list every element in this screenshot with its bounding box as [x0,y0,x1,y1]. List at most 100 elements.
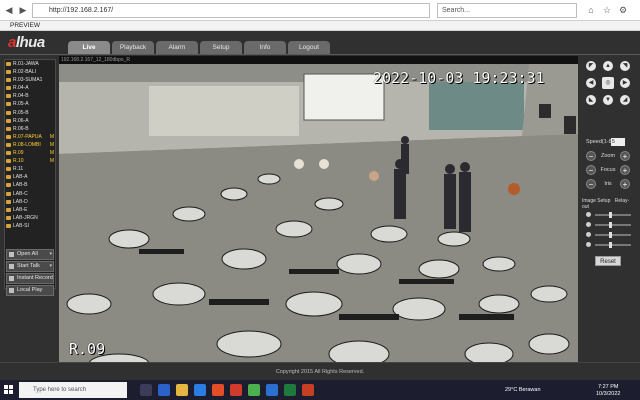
office-icon[interactable] [230,384,242,396]
camera-list-item[interactable]: R.03-SUMA1 [5,76,55,84]
camera-label: R.04-A [13,85,29,92]
arrow-down-right-icon[interactable]: ◢ [620,95,630,105]
camera-list-item[interactable]: LAB-B [5,181,55,189]
clock-date[interactable]: 10/3/2022 [596,391,620,397]
live-video-feed[interactable]: 192.168.2.167_12_180dbpo_R 2022-10-03 19… [59,56,578,374]
browser-tab[interactable]: PREVIEW [10,21,40,31]
star-icon[interactable]: ☆ [600,3,614,17]
hue-icon [586,242,591,247]
camera-label: LAB-E [13,206,28,213]
camera-list-item[interactable]: LAB-C [5,190,55,198]
arrow-up-right-icon[interactable]: ◥ [620,61,630,71]
edge-icon[interactable] [158,384,170,396]
image-setup-tabs: Image Setup Relay-out [582,198,636,210]
camera-list-item[interactable]: R.02-BALI [5,68,55,76]
arrow-down-left-icon[interactable]: ◣ [586,95,596,105]
home-icon[interactable]: ⌂ [584,3,598,17]
zoom-out-icon[interactable]: − [586,151,596,161]
powerpoint-icon[interactable] [302,384,314,396]
arrow-down-icon[interactable]: ▼ [603,95,613,105]
taskbar-search-input[interactable]: Type here to search [19,382,127,398]
weather-text[interactable]: 29°C Berawan [505,387,541,393]
contrast-slider[interactable] [586,222,634,228]
tab-info[interactable]: Info [244,41,286,54]
arrow-up-left-icon[interactable]: ◤ [586,61,596,71]
camera-icon [6,94,11,99]
dropdown-arrow-icon[interactable]: ▾ [49,250,52,259]
settings-gear-icon[interactable]: ⚙ [616,3,630,17]
zoom-label: Zoom [600,153,616,159]
camera-label: LAB-SI [13,222,29,229]
camera-label: LAB-JRGN [13,214,38,221]
iris-open-icon[interactable]: + [620,179,630,189]
focus-out-icon[interactable]: − [586,165,596,175]
classroom-camera-image [59,64,578,374]
back-icon[interactable]: ◀ [2,3,16,17]
camera-label: LAB-C [13,190,28,197]
camera-list-item[interactable]: R.06-B [5,125,55,133]
reset-button[interactable]: Reset [595,256,621,266]
camera-label: R.01-JAWA [13,61,39,67]
camera-list-item[interactable]: R.05-B [5,109,55,117]
camera-label: LAB-B [13,182,28,189]
camera-icon [6,191,11,196]
camera-label: R.05-A [13,101,29,108]
camera-status-badge: M [49,150,54,157]
camera-list-item[interactable]: R.06-A [5,117,55,125]
zoom-in-icon[interactable]: + [620,151,630,161]
camera-list-item[interactable]: R.01-JAWA [5,60,55,68]
app-icon[interactable] [212,384,224,396]
focus-in-icon[interactable]: + [620,165,630,175]
camera-list-item[interactable]: LAB-D [5,198,55,206]
clock-time[interactable]: 7:27 PM [598,384,618,390]
tab-playback[interactable]: Playback [112,41,154,54]
camera-list-item[interactable]: R.04-A [5,84,55,92]
camera-list-item[interactable]: LAB-E [5,206,55,214]
arrow-left-icon[interactable]: ◀ [586,78,596,88]
dropdown-arrow-icon[interactable]: ▾ [49,262,52,271]
tab-alarm[interactable]: Alarm [156,41,198,54]
auto-icon[interactable]: ◎ [602,77,614,89]
camera-label: R.07-PAPUA [13,133,42,140]
camera-label: R.06-B [13,125,29,132]
windows-taskbar: Type here to search 29°C Berawan 7:27 PM… [0,380,640,400]
camera-list-item[interactable]: LAB-SI [5,222,55,230]
instant-record-button[interactable]: Instant Record [6,273,54,284]
speed-select[interactable]: 5 [611,138,625,146]
camera-list-item[interactable]: R.11 [5,165,55,173]
chrome-icon[interactable] [248,384,260,396]
excel-icon[interactable] [284,384,296,396]
camera-list-item[interactable]: LAB-JRGN [5,214,55,222]
camera-icon [6,199,11,204]
camera-list-item[interactable]: R.05-A [5,100,55,108]
browser-search-input[interactable]: Search... [437,3,577,18]
forward-icon[interactable]: ▶ [16,3,30,17]
task-view-icon[interactable] [140,384,152,396]
local-play-button[interactable]: Local Play [6,285,54,296]
address-bar[interactable]: http://192.168.2.167/ [32,3,430,18]
hue-slider[interactable] [586,242,634,248]
camera-icon [6,159,11,164]
brightness-slider[interactable] [586,212,634,218]
camera-list-item[interactable]: R.04-B [5,92,55,100]
camera-label: R.11 [13,166,24,173]
tab-setup[interactable]: Setup [200,41,242,54]
iris-close-icon[interactable]: − [586,179,596,189]
camera-list-item[interactable]: R.10 M [5,157,55,165]
camera-icon [6,86,11,91]
camera-list-item[interactable]: R.07-PAPUA M [5,133,55,141]
camera-list-item[interactable]: R.08-LOMBI M [5,141,55,149]
arrow-right-icon[interactable]: ▶ [620,78,630,88]
start-talk-button[interactable]: Start Talk ▾ [6,261,54,272]
word-icon[interactable] [266,384,278,396]
windows-start-icon[interactable] [4,385,14,395]
file-explorer-icon[interactable] [176,384,188,396]
saturation-slider[interactable] [586,232,634,238]
open-all-button[interactable]: Open All ▾ [6,249,54,260]
camera-list-item[interactable]: LAB-A [5,173,55,181]
mail-icon[interactable] [194,384,206,396]
tab-live[interactable]: Live [68,41,110,54]
arrow-up-icon[interactable]: ▲ [603,61,613,71]
camera-list-item[interactable]: R.09 M [5,149,55,157]
tab-logout[interactable]: Logout [288,41,330,54]
